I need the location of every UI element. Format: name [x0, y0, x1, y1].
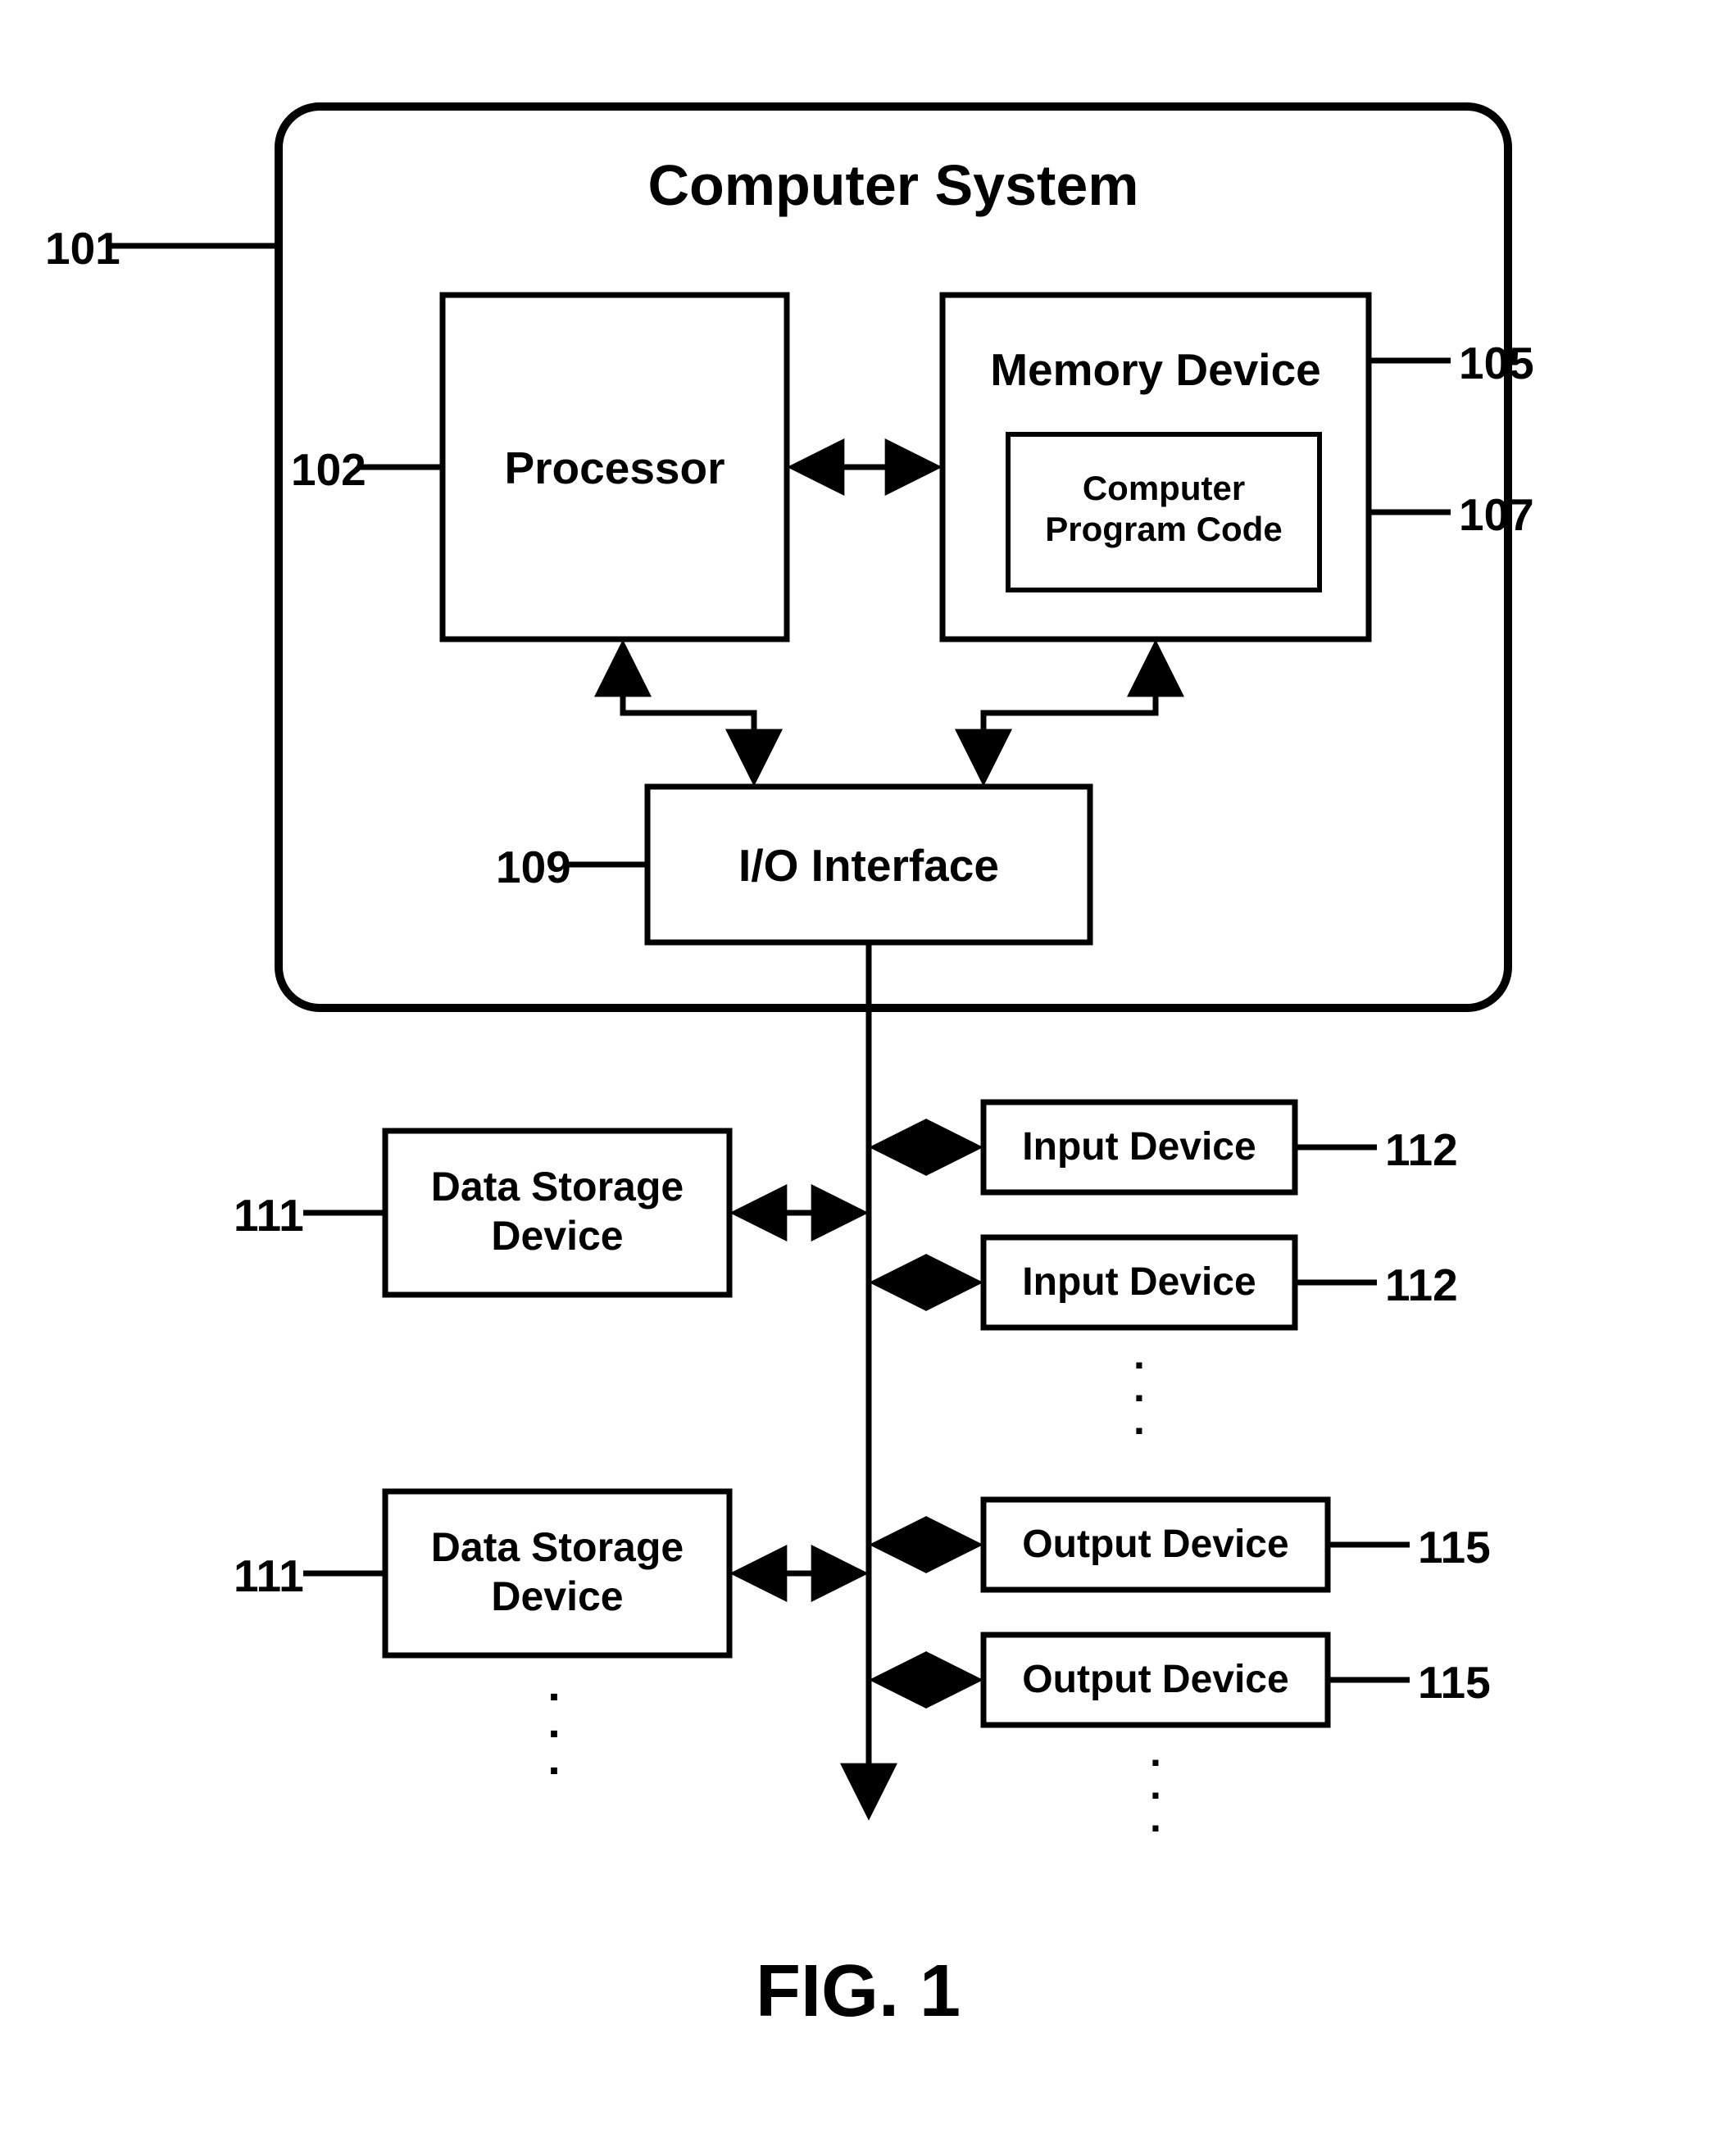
computer-system-title: Computer System	[647, 153, 1138, 217]
ref-111b: 111	[234, 1550, 304, 1601]
ref-101: 101	[45, 223, 120, 274]
ref-109: 109	[496, 842, 571, 892]
io-interface-title: I/O Interface	[738, 840, 999, 891]
program-code-title-l1: Computer	[1083, 469, 1245, 507]
data-storage-2-l2: Device	[491, 1573, 623, 1619]
output-device-2-title: Output Device	[1022, 1658, 1288, 1701]
diagram-canvas: Computer System 101 Processor 102 Memory…	[0, 0, 1717, 2156]
ellipsis-storage3: .	[547, 1733, 566, 1784]
output-device-1-title: Output Device	[1022, 1523, 1288, 1566]
program-code-title-l2: Program Code	[1045, 510, 1282, 548]
ref-102: 102	[291, 444, 366, 495]
arrow-processor-io	[623, 649, 754, 777]
ref-111a: 111	[234, 1190, 304, 1241]
ellipsis-output3: .	[1150, 1795, 1161, 1841]
ref-115b: 115	[1418, 1657, 1491, 1708]
ref-112a: 112	[1385, 1124, 1458, 1175]
data-storage-2-l1: Data Storage	[431, 1524, 684, 1570]
ref-107: 107	[1459, 489, 1534, 540]
input-device-1-title: Input Device	[1022, 1125, 1256, 1169]
ref-115a: 115	[1418, 1522, 1491, 1573]
data-storage-1-l2: Device	[491, 1213, 623, 1259]
ref-112b: 112	[1385, 1260, 1458, 1310]
data-storage-1-l1: Data Storage	[431, 1164, 684, 1210]
processor-title: Processor	[504, 443, 725, 493]
memory-title: Memory Device	[990, 344, 1321, 395]
figure-caption: FIG. 1	[756, 1950, 961, 2032]
arrow-memory-io	[983, 649, 1156, 777]
ellipsis-input3: .	[1133, 1397, 1145, 1443]
input-device-2-title: Input Device	[1022, 1260, 1256, 1304]
ref-105: 105	[1459, 338, 1534, 388]
